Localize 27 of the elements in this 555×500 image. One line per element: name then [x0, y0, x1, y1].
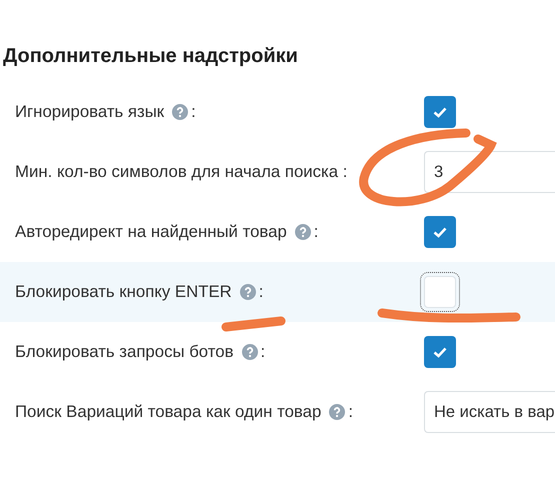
help-icon[interactable]	[294, 224, 311, 240]
help-icon[interactable]	[242, 344, 258, 360]
setting-label: Блокировать кнопку ENTER	[15, 282, 232, 302]
section-title: Дополнительные надстройки	[2, 44, 299, 68]
label-colon: :	[348, 402, 353, 422]
checkbox[interactable]	[424, 96, 456, 128]
label-colon: :	[258, 282, 264, 302]
check-icon	[433, 226, 447, 238]
help-icon[interactable]	[240, 284, 256, 300]
setting-label: Поиск Вариаций товара как один товар	[15, 402, 322, 422]
marker-stroke	[222, 316, 286, 332]
setting-label: Авторедирект на найденный товар	[15, 222, 287, 242]
setting-label: Игнорировать язык	[15, 102, 164, 122]
label-colon: :	[314, 222, 318, 242]
number-field[interactable]: 3	[424, 151, 555, 193]
check-icon	[433, 106, 447, 118]
label-colon: :	[191, 102, 196, 122]
checkbox[interactable]	[424, 216, 456, 248]
check-icon	[433, 346, 447, 358]
setting-label: Мин. кол-во символов для начала поиска	[15, 162, 338, 182]
select-field[interactable]: Не искать в вар	[424, 391, 555, 433]
label-colon: :	[260, 342, 266, 362]
help-icon[interactable]	[172, 104, 188, 120]
label-colon: :	[342, 162, 348, 182]
checkbox[interactable]	[424, 336, 456, 368]
help-icon[interactable]	[329, 404, 346, 420]
setting-label: Блокировать запросы ботов	[15, 342, 234, 362]
